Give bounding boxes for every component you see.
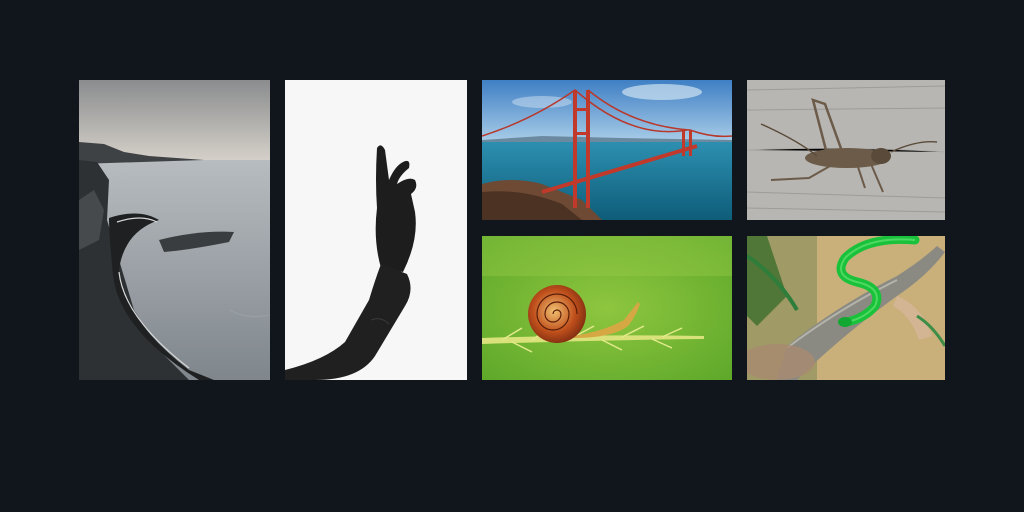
gallery-tile-bridge[interactable] bbox=[482, 80, 732, 220]
gallery-tile-coastal-road[interactable] bbox=[79, 80, 270, 380]
gallery-tile-green-snake[interactable] bbox=[747, 236, 945, 380]
gallery-tile-hand-silhouette[interactable] bbox=[285, 80, 467, 380]
bridge-image bbox=[482, 80, 732, 220]
snail-image bbox=[482, 236, 732, 380]
coastal-road-image bbox=[79, 80, 270, 380]
image-gallery bbox=[0, 0, 1024, 512]
gallery-tile-snail[interactable] bbox=[482, 236, 732, 380]
cricket-image bbox=[747, 80, 945, 220]
green-snake-image bbox=[747, 236, 945, 380]
hand-silhouette-image bbox=[285, 80, 467, 380]
gallery-tile-cricket[interactable] bbox=[747, 80, 945, 220]
